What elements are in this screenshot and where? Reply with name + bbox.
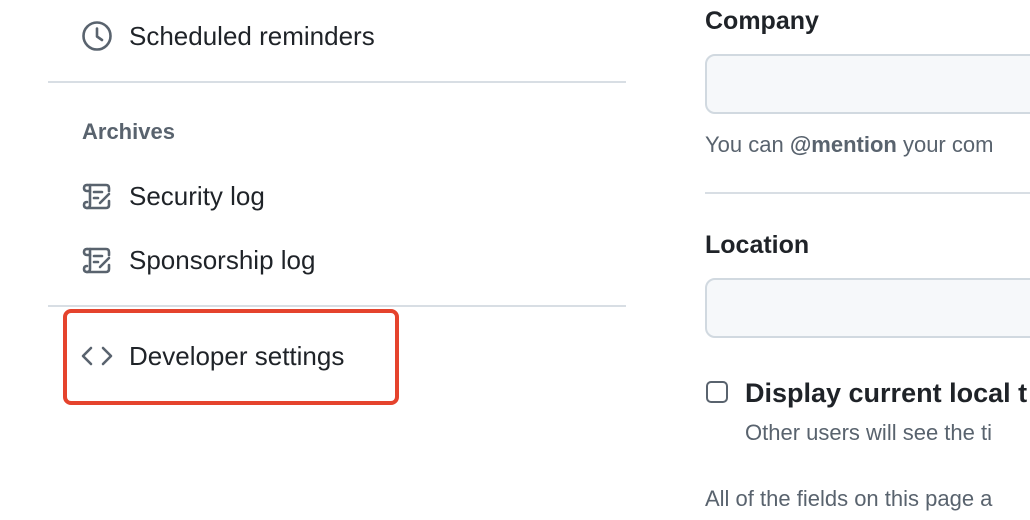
local-time-checkbox[interactable]	[706, 381, 728, 403]
company-label: Company	[705, 7, 819, 35]
profile-form: Company You can @mention your com Locati…	[705, 0, 1030, 520]
sidebar-divider	[48, 305, 626, 307]
sidebar-divider	[48, 81, 626, 83]
sidebar-item-label: Security log	[129, 181, 265, 211]
fields-footer-note: All of the fields on this page a	[705, 486, 993, 511]
sidebar-item-sponsorship-log[interactable]: Sponsorship log	[80, 238, 315, 282]
log-icon	[80, 179, 114, 213]
company-field[interactable]	[705, 54, 1030, 114]
sidebar-item-developer-settings[interactable]: Developer settings	[80, 334, 344, 378]
mention-text: @mention	[789, 132, 897, 157]
code-icon	[80, 339, 114, 373]
log-icon	[80, 243, 114, 277]
clock-icon	[80, 19, 114, 53]
settings-page: Scheduled reminders Archives Security lo…	[0, 0, 1030, 520]
company-help-suffix: your com	[896, 132, 994, 157]
archives-heading: Archives	[82, 119, 175, 144]
local-time-help-text: Other users will see the ti	[745, 420, 992, 445]
sidebar-item-scheduled-reminders[interactable]: Scheduled reminders	[80, 14, 375, 58]
sidebar-item-security-log[interactable]: Security log	[80, 174, 265, 218]
company-help-text: You can @mention your com	[705, 131, 993, 159]
sidebar-item-label: Developer settings	[129, 341, 345, 371]
local-time-label: Display current local t	[745, 378, 1028, 408]
settings-sidebar: Scheduled reminders Archives Security lo…	[0, 0, 640, 520]
sidebar-item-label: Sponsorship log	[129, 245, 316, 275]
location-field[interactable]	[705, 278, 1030, 338]
location-label: Location	[705, 231, 810, 259]
sidebar-item-label: Scheduled reminders	[129, 21, 375, 51]
company-help-prefix: You can	[705, 132, 790, 157]
form-divider	[705, 192, 1030, 194]
